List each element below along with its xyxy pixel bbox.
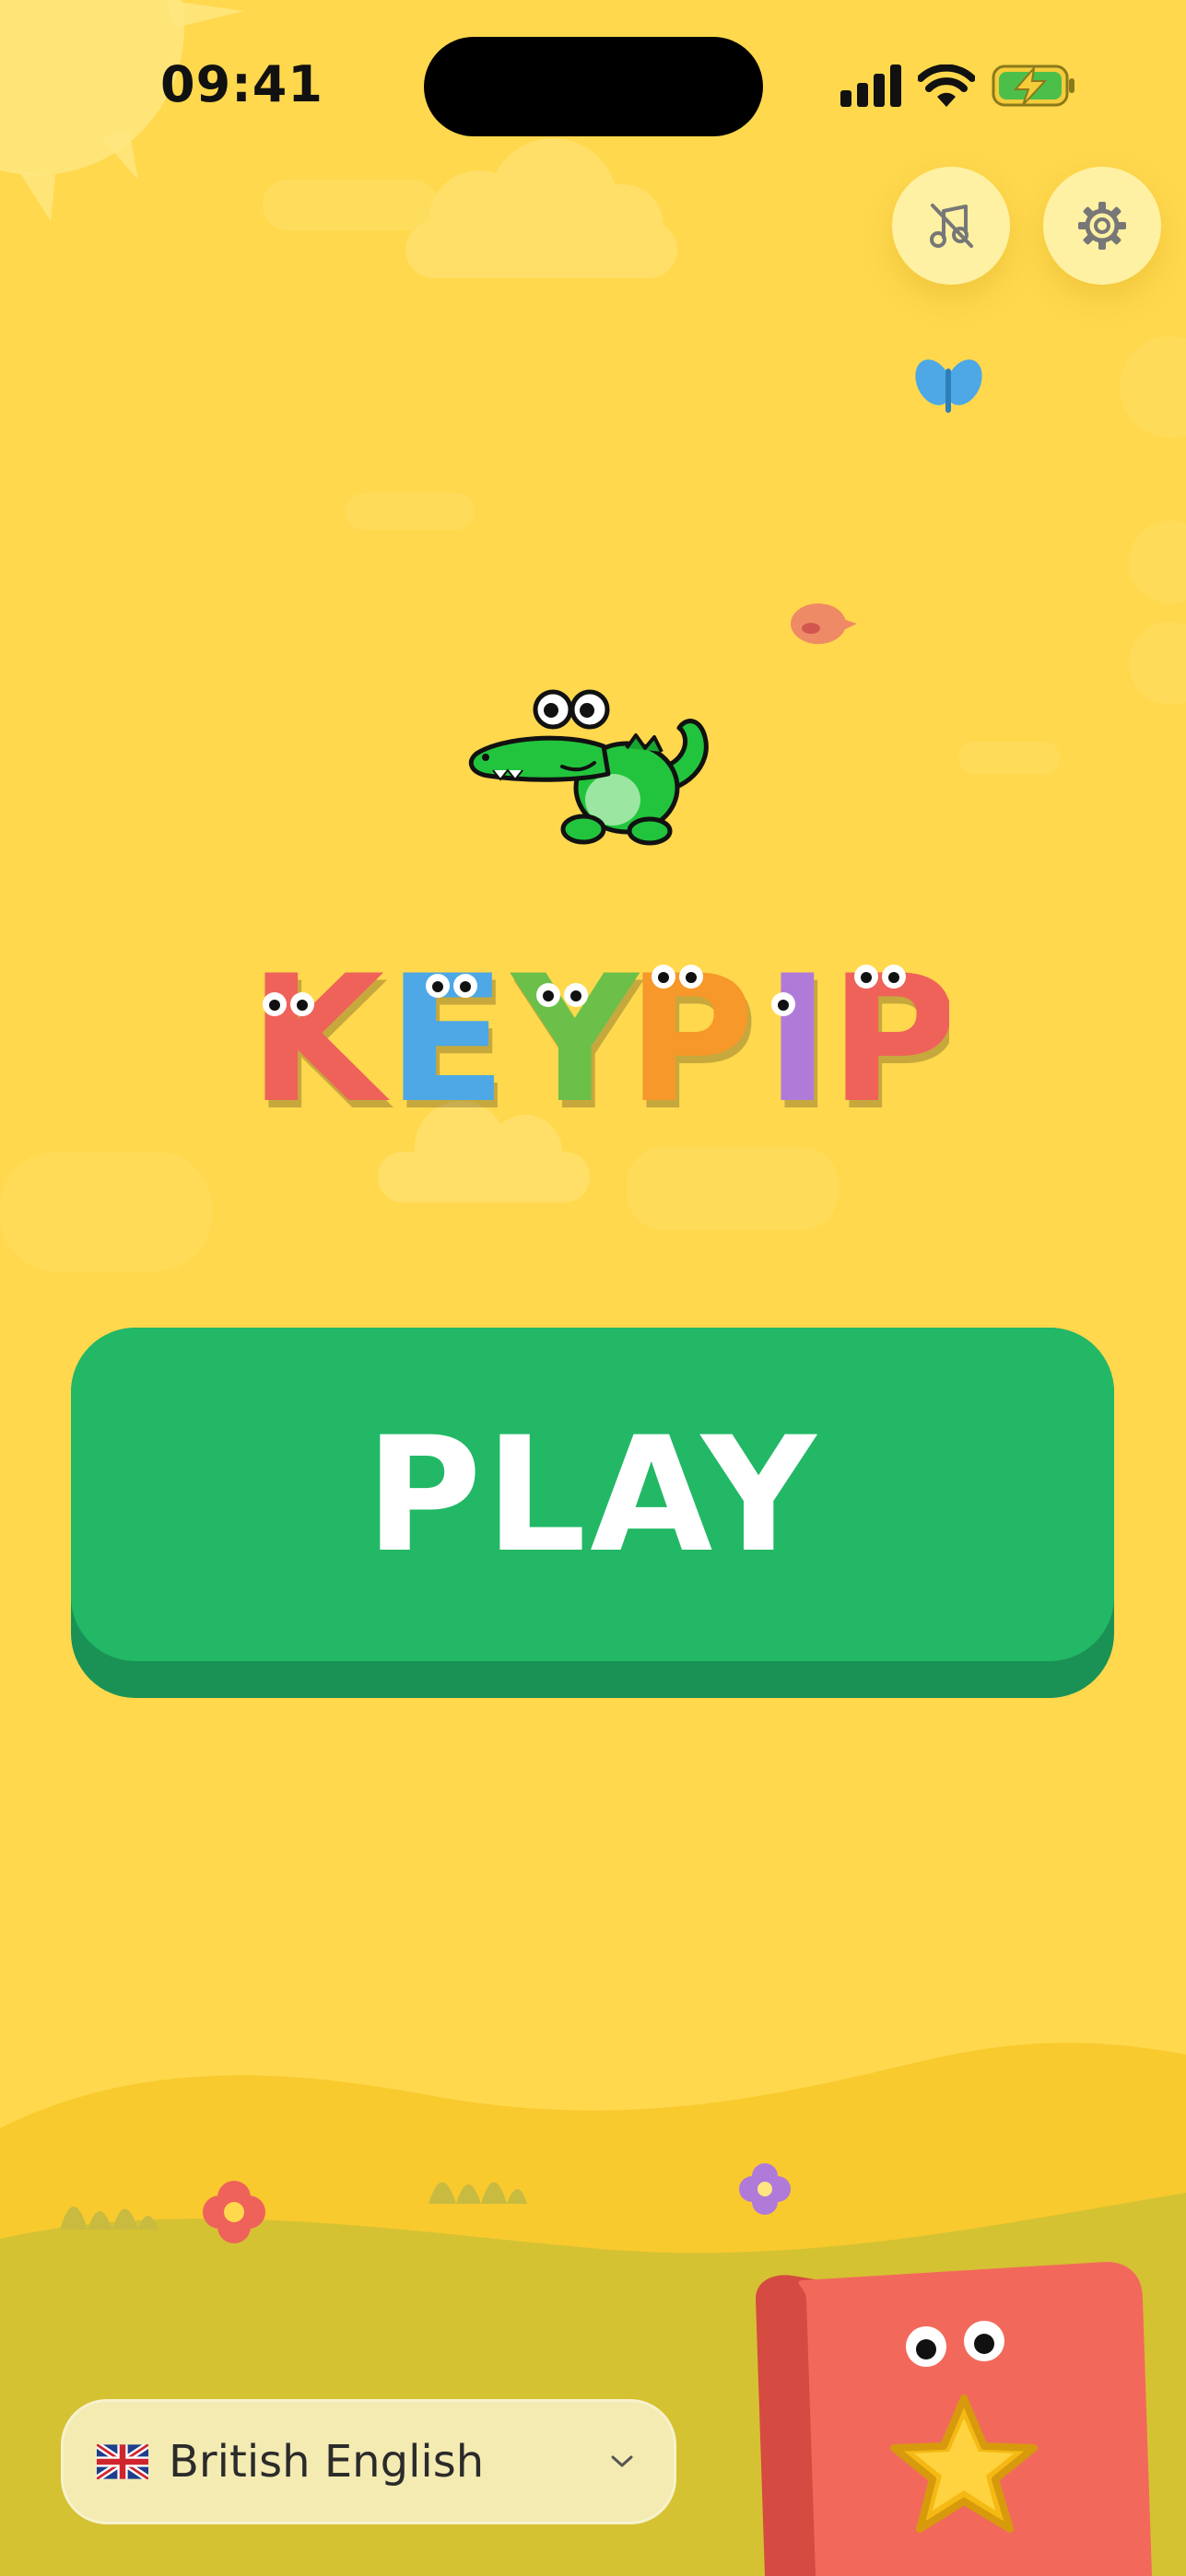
title-letter-glyph: Y <box>510 949 640 1133</box>
googly-pupil <box>543 990 554 1001</box>
settings-button[interactable] <box>1043 167 1161 285</box>
play-button-label: PLAY <box>365 1401 820 1587</box>
title-letter: II <box>765 949 834 1133</box>
status-time: 09:41 <box>160 55 323 113</box>
uk-flag-icon <box>94 2441 151 2482</box>
butterfly-icon <box>915 359 982 413</box>
googly-pupil <box>861 972 872 983</box>
bird-icon <box>791 603 857 644</box>
language-label: British English <box>169 2436 485 2488</box>
music-off-icon <box>930 204 973 248</box>
chevron-down-icon <box>611 2455 633 2467</box>
googly-pupil <box>570 990 581 1001</box>
title-letter: EE <box>387 949 511 1133</box>
title-letter-glyph: E <box>387 949 507 1133</box>
googly-pupil <box>686 972 697 983</box>
googly-pupil <box>778 1000 789 1011</box>
title-letter: KK <box>249 949 393 1133</box>
title-letter-glyph: K <box>249 949 390 1133</box>
background-scene <box>0 0 1186 2576</box>
gear-icon <box>1078 202 1126 250</box>
googly-pupil <box>888 972 899 983</box>
cellular-signal-icon <box>840 64 901 107</box>
googly-pupil <box>432 981 443 992</box>
title-letter: YY <box>510 949 644 1133</box>
title-letter: PP <box>829 949 949 1133</box>
music-toggle-button[interactable] <box>892 167 1010 285</box>
battery-charging-icon <box>992 64 1074 107</box>
game-title-logo: KK EE YYPP II PP <box>249 949 949 1133</box>
crocodile-mascot <box>468 689 709 846</box>
googly-pupil <box>658 972 669 983</box>
title-letter-glyph: I <box>765 949 830 1133</box>
googly-pupil <box>269 1000 280 1011</box>
googly-pupil <box>297 1000 308 1011</box>
dynamic-island <box>424 37 763 136</box>
play-button[interactable]: PLAY <box>71 1328 1114 1698</box>
title-letter: PP <box>627 949 758 1133</box>
stickers-card-button[interactable] <box>737 2262 1186 2576</box>
language-selector[interactable]: British English <box>61 2399 676 2524</box>
wifi-icon <box>918 64 975 107</box>
googly-pupil <box>460 981 471 992</box>
